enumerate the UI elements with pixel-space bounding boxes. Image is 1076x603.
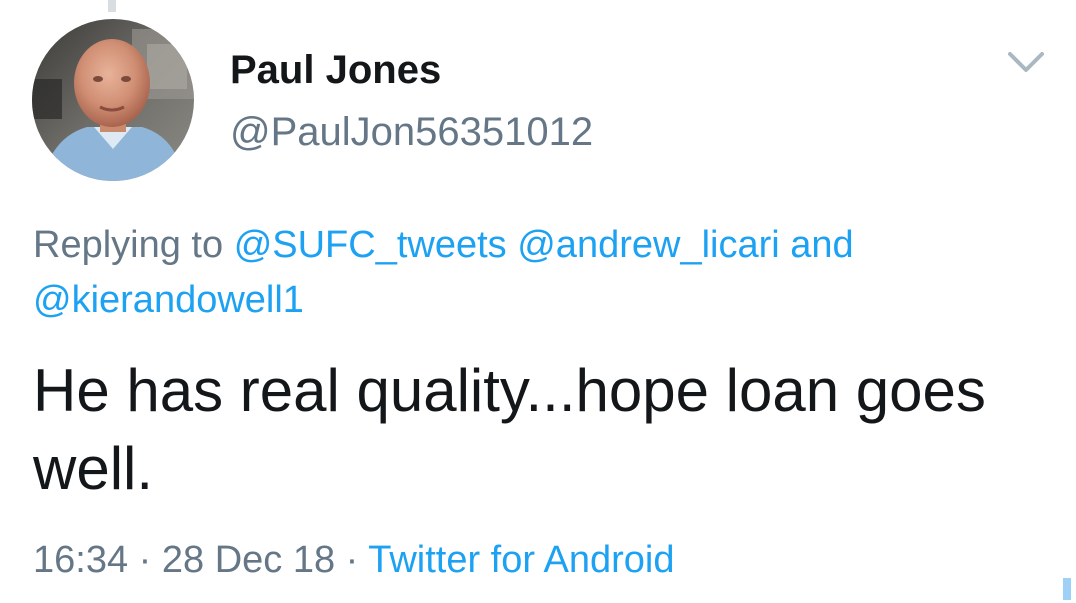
- avatar[interactable]: [32, 19, 194, 181]
- tweet-source-link[interactable]: Twitter for Android: [368, 539, 674, 581]
- chevron-down-icon[interactable]: [1002, 44, 1050, 80]
- scroll-indicator: [1063, 578, 1071, 600]
- tweet-date[interactable]: 28 Dec 18: [162, 539, 335, 581]
- reply-context: Replying to @SUFC_tweets @andrew_licari …: [33, 218, 1053, 328]
- meta-separator: ·: [345, 539, 359, 581]
- mention-link[interactable]: @SUFC_tweets: [234, 224, 507, 266]
- user-handle[interactable]: @PaulJon56351012: [230, 108, 593, 156]
- reply-conjunction[interactable]: and: [790, 224, 853, 266]
- reply-prefix: Replying to: [33, 224, 224, 266]
- tweet-time[interactable]: 16:34: [33, 539, 128, 581]
- display-name[interactable]: Paul Jones: [230, 46, 441, 94]
- mention-link[interactable]: @andrew_licari: [517, 224, 779, 266]
- top-divider-mark: [108, 0, 116, 12]
- profile-photo: [32, 19, 194, 181]
- tweet-meta: 16:34 · 28 Dec 18 · Twitter for Android: [33, 536, 674, 584]
- meta-separator: ·: [138, 539, 152, 581]
- tweet-text: He has real quality...hope loan goes wel…: [33, 357, 986, 502]
- mention-link[interactable]: @kierandowell1: [33, 279, 304, 321]
